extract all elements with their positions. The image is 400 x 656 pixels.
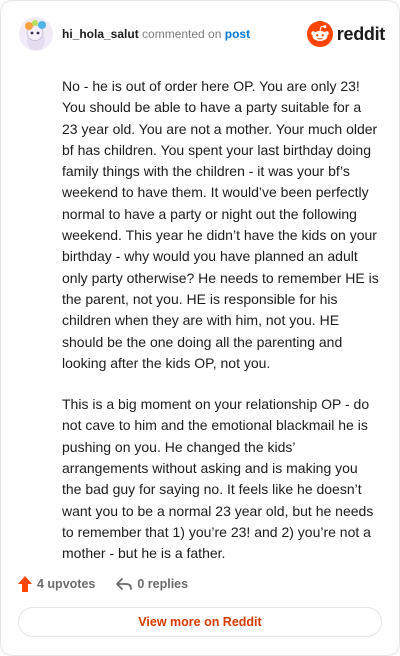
reddit-wordmark: reddit: [336, 23, 386, 44]
comment-paragraph: No - he is out of order here OP. You are…: [62, 78, 379, 371]
author-line: hi_hola_salut commented on post: [62, 27, 250, 41]
reddit-logo[interactable]: reddit: [306, 21, 386, 47]
reply-stat[interactable]: 0 replies: [115, 576, 188, 592]
action-text: commented on: [142, 27, 222, 41]
comment-footer: 4 upvotes 0 replies: [17, 571, 208, 597]
reddit-snoo-icon: [306, 21, 333, 47]
embedded-comment-card: hi_hola_salut commented on post reddit N…: [0, 0, 400, 656]
comment-header: hi_hola_salut commented on post reddit: [19, 17, 385, 53]
upvote-count: 4 upvotes: [37, 577, 96, 591]
upvote-stat[interactable]: 4 upvotes: [17, 575, 95, 593]
upvote-arrow-icon: [18, 576, 32, 592]
view-more-button[interactable]: View more on Reddit: [18, 607, 382, 637]
avatar-unicorn-icon: [25, 20, 46, 50]
comment-body: No - he is out of order here OP. You are…: [62, 76, 380, 585]
post-link[interactable]: post: [225, 27, 250, 41]
author-name[interactable]: hi_hola_salut: [62, 27, 139, 41]
user-avatar[interactable]: [19, 17, 53, 51]
reply-count: 0 replies: [137, 577, 189, 591]
comment-paragraph: This is a big moment on your relationshi…: [62, 396, 374, 562]
reply-arrow-icon: [116, 578, 133, 590]
